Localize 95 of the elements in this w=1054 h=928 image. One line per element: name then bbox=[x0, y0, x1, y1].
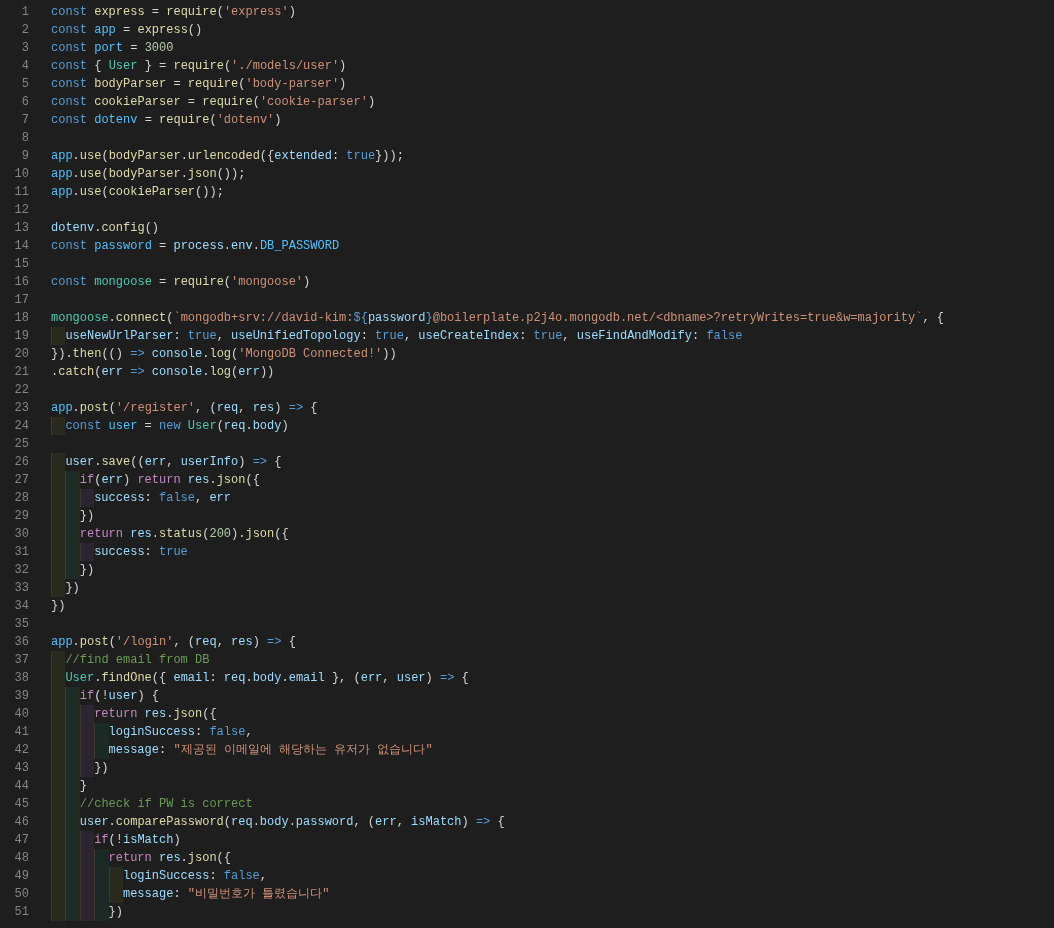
line-number: 3 bbox=[20, 40, 29, 57]
line-number: 39 bbox=[13, 688, 29, 705]
code-line: const cookieParser = require('cookie-parser') bbox=[51, 94, 376, 111]
code-line: loginSuccess: false, bbox=[51, 867, 267, 885]
line-number: 47 bbox=[13, 832, 29, 849]
code-line: const dotenv = require('dotenv') bbox=[51, 112, 282, 129]
code-line: loginSuccess: false, bbox=[51, 723, 253, 741]
code-line: user.save((err, userInfo) => { bbox=[51, 453, 282, 471]
line-number: 35 bbox=[13, 616, 29, 633]
line-number: 15 bbox=[13, 256, 29, 273]
line-number: 10 bbox=[13, 166, 29, 183]
line-number: 41 bbox=[13, 724, 29, 741]
code-line: }) bbox=[51, 507, 95, 525]
line-number: 29 bbox=[13, 508, 29, 525]
code-line: message: "비밀번호가 틀렸습니다" bbox=[51, 885, 330, 903]
line-number: 42 bbox=[13, 742, 29, 759]
code-line: .catch(err => console.log(err)) bbox=[51, 364, 275, 381]
code-line: return res.json({ bbox=[51, 849, 231, 867]
code-line: const app = express() bbox=[51, 22, 203, 39]
code-line: const user = new User(req.body) bbox=[51, 417, 289, 435]
code-line: const express = require('express') bbox=[51, 4, 296, 21]
line-number: 27 bbox=[13, 472, 29, 489]
code-line: User.findOne({ email: req.body.email }, (err, user) => { bbox=[51, 669, 469, 687]
line-number: 2 bbox=[20, 22, 29, 39]
line-number: 33 bbox=[13, 580, 29, 597]
line-number: 18 bbox=[13, 310, 29, 327]
code-line: success: true bbox=[51, 543, 188, 561]
line-number: 6 bbox=[20, 94, 29, 111]
code-line: useNewUrlParser: true, useUnifiedTopology: true, useCreateIndex: true, useFindAndModify: false bbox=[51, 327, 743, 345]
line-number: 8 bbox=[20, 130, 29, 147]
line-number: 44 bbox=[13, 778, 29, 795]
line-number: 22 bbox=[13, 382, 29, 399]
line-number: 34 bbox=[13, 598, 29, 615]
line-number: 23 bbox=[13, 400, 29, 417]
line-number: 25 bbox=[13, 436, 29, 453]
code-line: }) bbox=[51, 561, 95, 579]
line-number: 46 bbox=[13, 814, 29, 831]
code-line: return res.json({ bbox=[51, 705, 217, 723]
line-number: 24 bbox=[13, 418, 29, 435]
line-number: 7 bbox=[20, 112, 29, 129]
code-line: if(!isMatch) bbox=[51, 831, 181, 849]
line-number: 1 bbox=[20, 4, 29, 21]
code-line: }) bbox=[51, 598, 66, 615]
line-number: 48 bbox=[13, 850, 29, 867]
code-line: const mongoose = require('mongoose') bbox=[51, 274, 311, 291]
code-line: if(!user) { bbox=[51, 687, 159, 705]
line-number: 40 bbox=[13, 706, 29, 723]
line-number: 19 bbox=[13, 328, 29, 345]
code-line: }).then(() => console.log('MongoDB Connected!')) bbox=[51, 346, 397, 363]
code-line: //check if PW is correct bbox=[51, 795, 253, 813]
code-line: success: false, err bbox=[51, 489, 232, 507]
line-number: 9 bbox=[20, 148, 29, 165]
line-number: 36 bbox=[13, 634, 29, 651]
line-number: 14 bbox=[13, 238, 29, 255]
code-line: }) bbox=[51, 903, 123, 921]
code-line: } bbox=[51, 777, 87, 795]
line-number: 45 bbox=[13, 796, 29, 813]
line-number: 37 bbox=[13, 652, 29, 669]
line-number: 26 bbox=[13, 454, 29, 471]
line-number: 50 bbox=[13, 886, 29, 903]
line-number: 4 bbox=[20, 58, 29, 75]
code-line: const port = 3000 bbox=[51, 40, 174, 57]
code-line: const password = process.env.DB_PASSWORD bbox=[51, 238, 340, 255]
code-line: const { User } = require('./models/user') bbox=[51, 58, 347, 75]
line-number: 30 bbox=[13, 526, 29, 543]
code-line: }) bbox=[51, 579, 80, 597]
line-number: 12 bbox=[13, 202, 29, 219]
line-number: 17 bbox=[13, 292, 29, 309]
line-number: 16 bbox=[13, 274, 29, 291]
code-line: app.post('/register', (req, res) => { bbox=[51, 400, 318, 417]
code-line: message: "제공된 이메일에 해당하는 유저가 없습니다" bbox=[51, 741, 433, 759]
code-line: dotenv.config() bbox=[51, 220, 160, 237]
line-number: 5 bbox=[20, 76, 29, 93]
code-line: if(err) return res.json({ bbox=[51, 471, 260, 489]
code-line: }) bbox=[51, 759, 109, 777]
line-number: 38 bbox=[13, 670, 29, 687]
code-line: user.comparePassword(req.body.password, (err, isMatch) => { bbox=[51, 813, 505, 831]
code-line: const bodyParser = require('body-parser') bbox=[51, 76, 347, 93]
line-number: 28 bbox=[13, 490, 29, 507]
code-line: mongoose.connect(`mongodb+srv://david-kim:${password}@boilerplate.p2j4o.mongodb.net/<dbname>?retryWrites=true&w=majority`, { bbox=[51, 310, 944, 327]
line-number: 51 bbox=[13, 904, 29, 921]
line-number: 13 bbox=[13, 220, 29, 237]
code-line: app.use(bodyParser.json()); bbox=[51, 166, 246, 183]
line-number: 11 bbox=[13, 184, 29, 201]
line-number: 49 bbox=[13, 868, 29, 885]
line-number: 20 bbox=[13, 346, 29, 363]
line-number: 31 bbox=[13, 544, 29, 561]
code-line: return res.status(200).json({ bbox=[51, 525, 289, 543]
code-line: app.post('/login', (req, res) => { bbox=[51, 634, 296, 651]
code-line: app.use(cookieParser()); bbox=[51, 184, 224, 201]
line-number: 43 bbox=[13, 760, 29, 777]
code-line: app.use(bodyParser.urlencoded({extended: true})); bbox=[51, 148, 404, 165]
code-line: //find email from DB bbox=[51, 651, 210, 669]
line-number: 21 bbox=[13, 364, 29, 381]
line-number: 32 bbox=[13, 562, 29, 579]
